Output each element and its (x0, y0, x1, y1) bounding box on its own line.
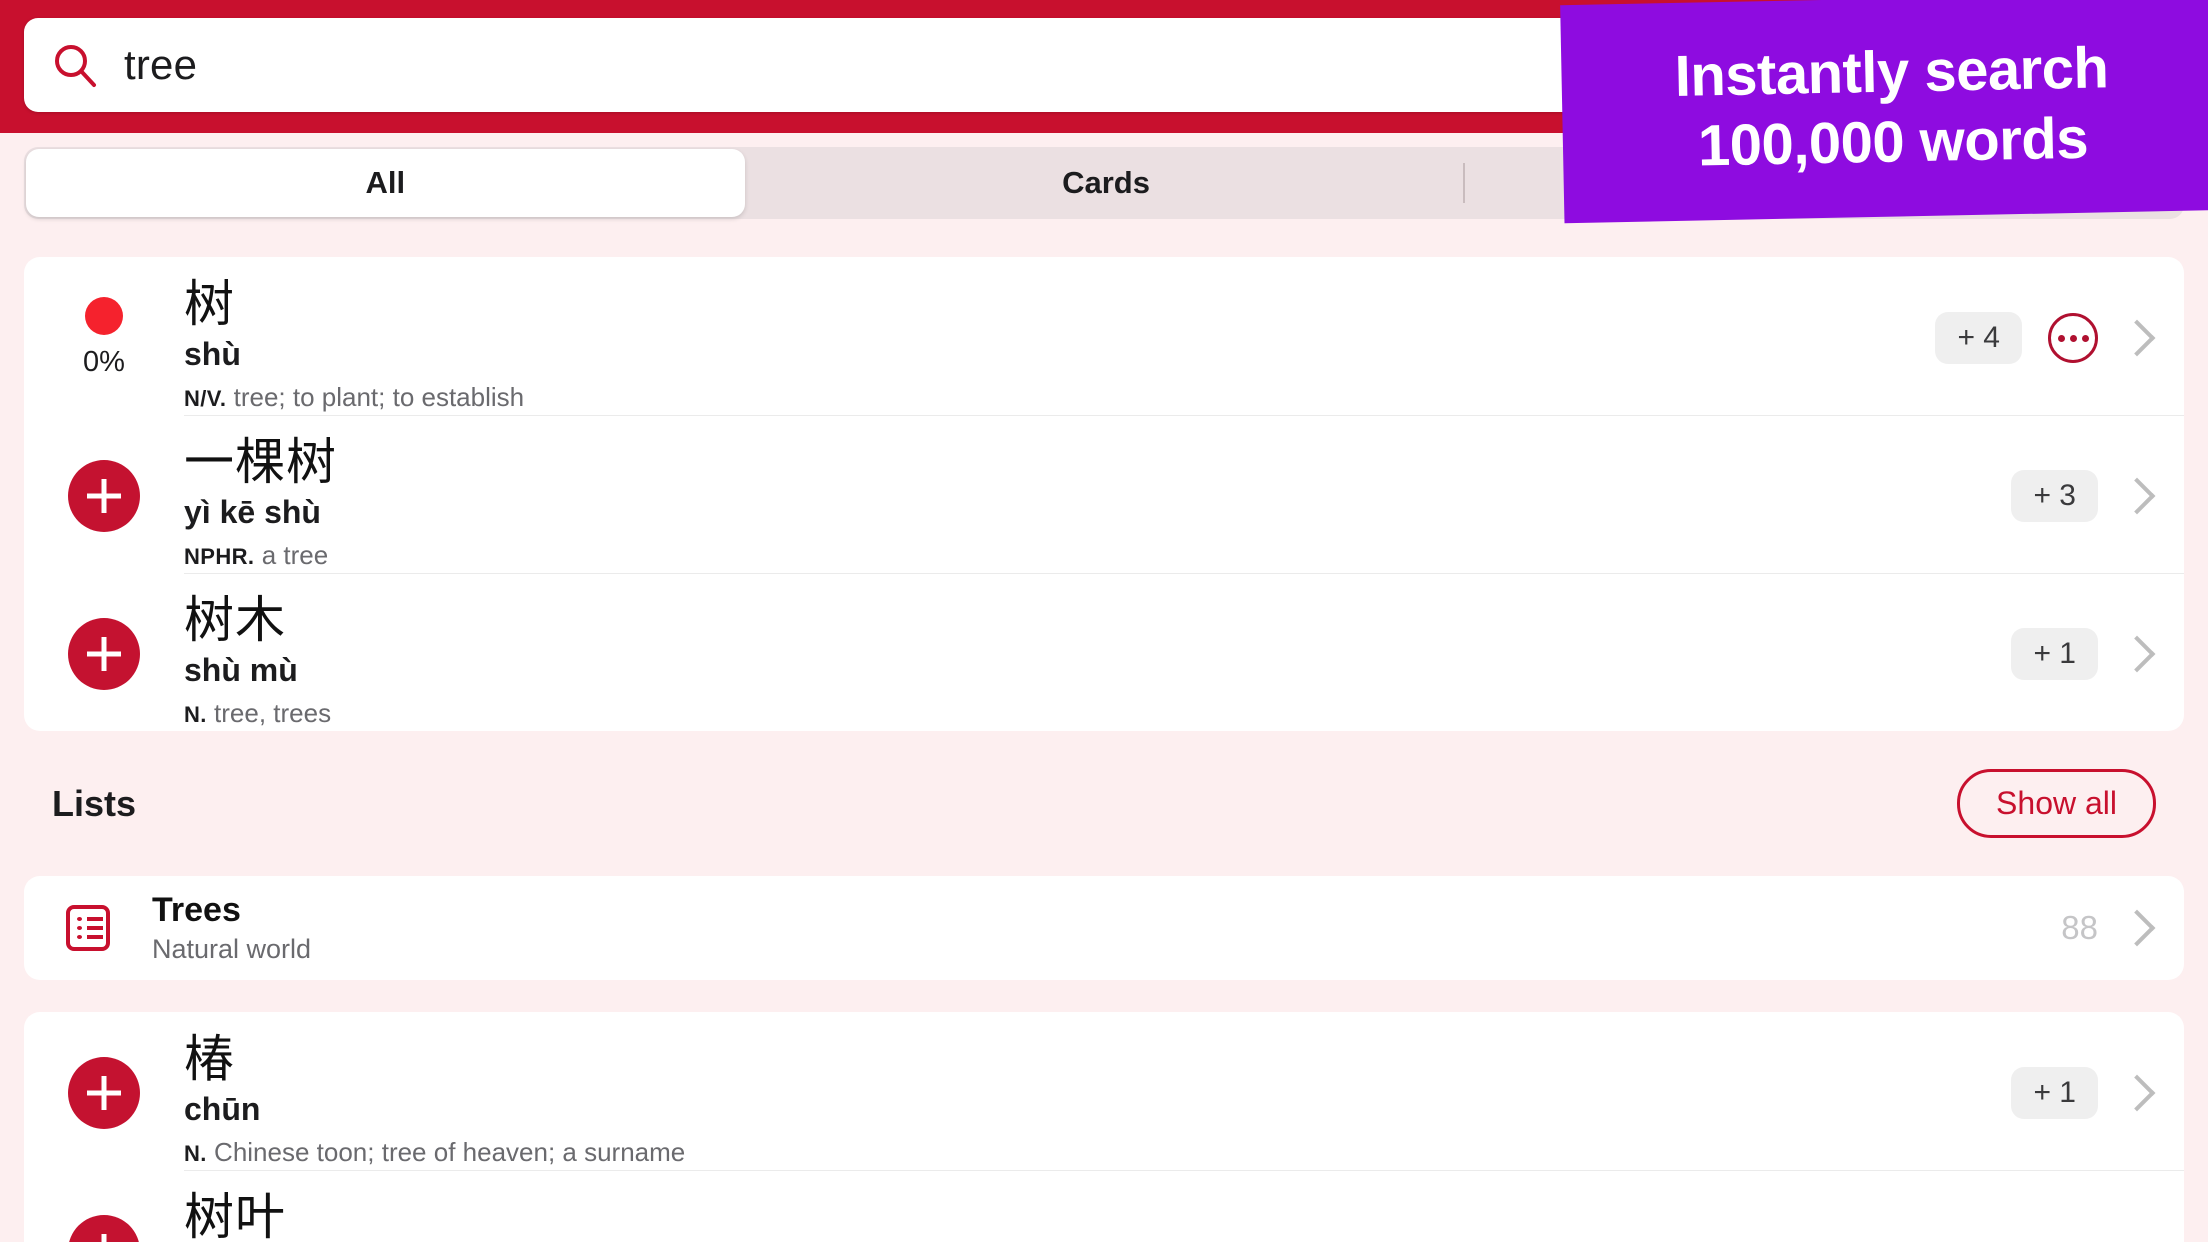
chevron-right-icon[interactable] (2118, 319, 2156, 357)
search-input-value: tree (124, 41, 198, 88)
result-row[interactable]: 椿 chūn N. Chinese toon; tree of heaven; … (24, 1012, 2184, 1170)
status-column (24, 573, 184, 731)
add-word-button[interactable] (68, 1215, 140, 1242)
definition: tree; to plant; to establish (233, 382, 525, 412)
headword: 椿 (184, 1030, 235, 1088)
more-options-icon[interactable] (2048, 313, 2098, 363)
result-row[interactable]: 一棵树 yì kē shù NPHR. a tree + 3 (24, 415, 2184, 573)
list-icon (66, 905, 110, 951)
part-of-speech: N. (184, 702, 207, 727)
part-of-speech: N/V. (184, 386, 227, 411)
list-item-count: 88 (2061, 909, 2098, 946)
sense-count-badge[interactable]: + 4 (1935, 312, 2022, 364)
part-of-speech: NPHR. (184, 544, 255, 569)
more-results-card: 椿 chūn N. Chinese toon; tree of heaven; … (24, 1012, 2184, 1242)
result-text: 树木 shù mù N. tree, trees (184, 573, 2011, 731)
add-word-button[interactable] (68, 1057, 140, 1129)
mastery-percent: 0% (83, 346, 125, 378)
status-column (24, 415, 184, 573)
row-controls: + 4 (1935, 257, 2158, 415)
gloss: N. Chinese toon; tree of heaven; a surna… (184, 1136, 2011, 1170)
definition: tree, trees (214, 698, 332, 728)
lists-card: Trees Natural world 88 (24, 876, 2184, 980)
add-word-button[interactable] (68, 460, 140, 532)
result-row[interactable]: 树叶 (24, 1170, 2184, 1242)
chevron-right-icon[interactable] (2118, 477, 2156, 515)
list-text: Trees Natural world (152, 890, 2061, 966)
result-row[interactable]: 树木 shù mù N. tree, trees + 1 (24, 573, 2184, 731)
gloss: NPHR. a tree (184, 539, 2011, 573)
status-column: 0% (24, 257, 184, 415)
list-icon-column (24, 905, 152, 951)
search-icon (55, 45, 96, 87)
result-text: 树叶 (184, 1170, 2114, 1242)
sense-count-badge[interactable]: + 3 (2011, 470, 2098, 522)
headword: 树木 (184, 591, 286, 649)
row-controls (2114, 1170, 2158, 1242)
pinyin: yì kē shù (184, 494, 321, 530)
pinyin: chūn (184, 1091, 261, 1127)
status-column (24, 1170, 184, 1242)
headword: 一棵树 (184, 433, 337, 491)
chevron-right-icon[interactable] (2118, 909, 2156, 947)
chevron-right-icon[interactable] (2118, 1074, 2156, 1112)
row-controls: + 1 (2011, 573, 2158, 731)
app-root: tree All Cards 0% 树 shù N/V. tree; to pl… (0, 0, 2208, 1242)
pinyin: shù (184, 336, 241, 372)
result-text: 椿 chūn N. Chinese toon; tree of heaven; … (184, 1012, 2011, 1170)
section-title: Lists (52, 782, 137, 824)
sense-count-badge[interactable]: + 1 (2011, 628, 2098, 680)
mastery-dot-icon (85, 297, 123, 335)
gloss: N/V. tree; to plant; to establish (184, 381, 1935, 415)
list-subtitle: Natural world (152, 934, 312, 964)
definition: a tree (261, 540, 329, 570)
tab-all-label: All (365, 165, 406, 200)
pinyin: shù mù (184, 652, 298, 688)
definition: Chinese toon; tree of heaven; a surname (214, 1137, 686, 1167)
row-controls: + 1 (2011, 1012, 2158, 1170)
result-text: 树 shù N/V. tree; to plant; to establish (184, 257, 1935, 415)
headword: 树 (184, 275, 235, 333)
list-item[interactable]: Trees Natural world 88 (24, 876, 2184, 980)
add-word-button[interactable] (68, 618, 140, 690)
headword: 树叶 (184, 1188, 286, 1242)
show-all-button[interactable]: Show all (1957, 769, 2156, 838)
lists-section-header: Lists Show all (0, 731, 2208, 876)
gloss: N. tree, trees (184, 697, 2011, 731)
part-of-speech: N. (184, 1141, 207, 1166)
promo-line-2: 100,000 words (1697, 105, 2089, 179)
tab-cards[interactable]: Cards (747, 147, 1466, 219)
tab-cards-label: Cards (1062, 165, 1150, 200)
promo-line-1: Instantly search (1674, 35, 2109, 109)
tab-all[interactable]: All (26, 149, 745, 217)
result-text: 一棵树 yì kē shù NPHR. a tree (184, 415, 2011, 573)
list-name: Trees (152, 891, 241, 929)
search-results-card: 0% 树 shù N/V. tree; to plant; to establi… (24, 257, 2184, 731)
promo-banner: Instantly search 100,000 words (1560, 0, 2208, 224)
result-row[interactable]: 0% 树 shù N/V. tree; to plant; to establi… (24, 257, 2184, 415)
row-controls: + 3 (2011, 415, 2158, 573)
sense-count-badge[interactable]: + 1 (2011, 1067, 2098, 1119)
status-column (24, 1012, 184, 1170)
chevron-right-icon[interactable] (2118, 635, 2156, 673)
